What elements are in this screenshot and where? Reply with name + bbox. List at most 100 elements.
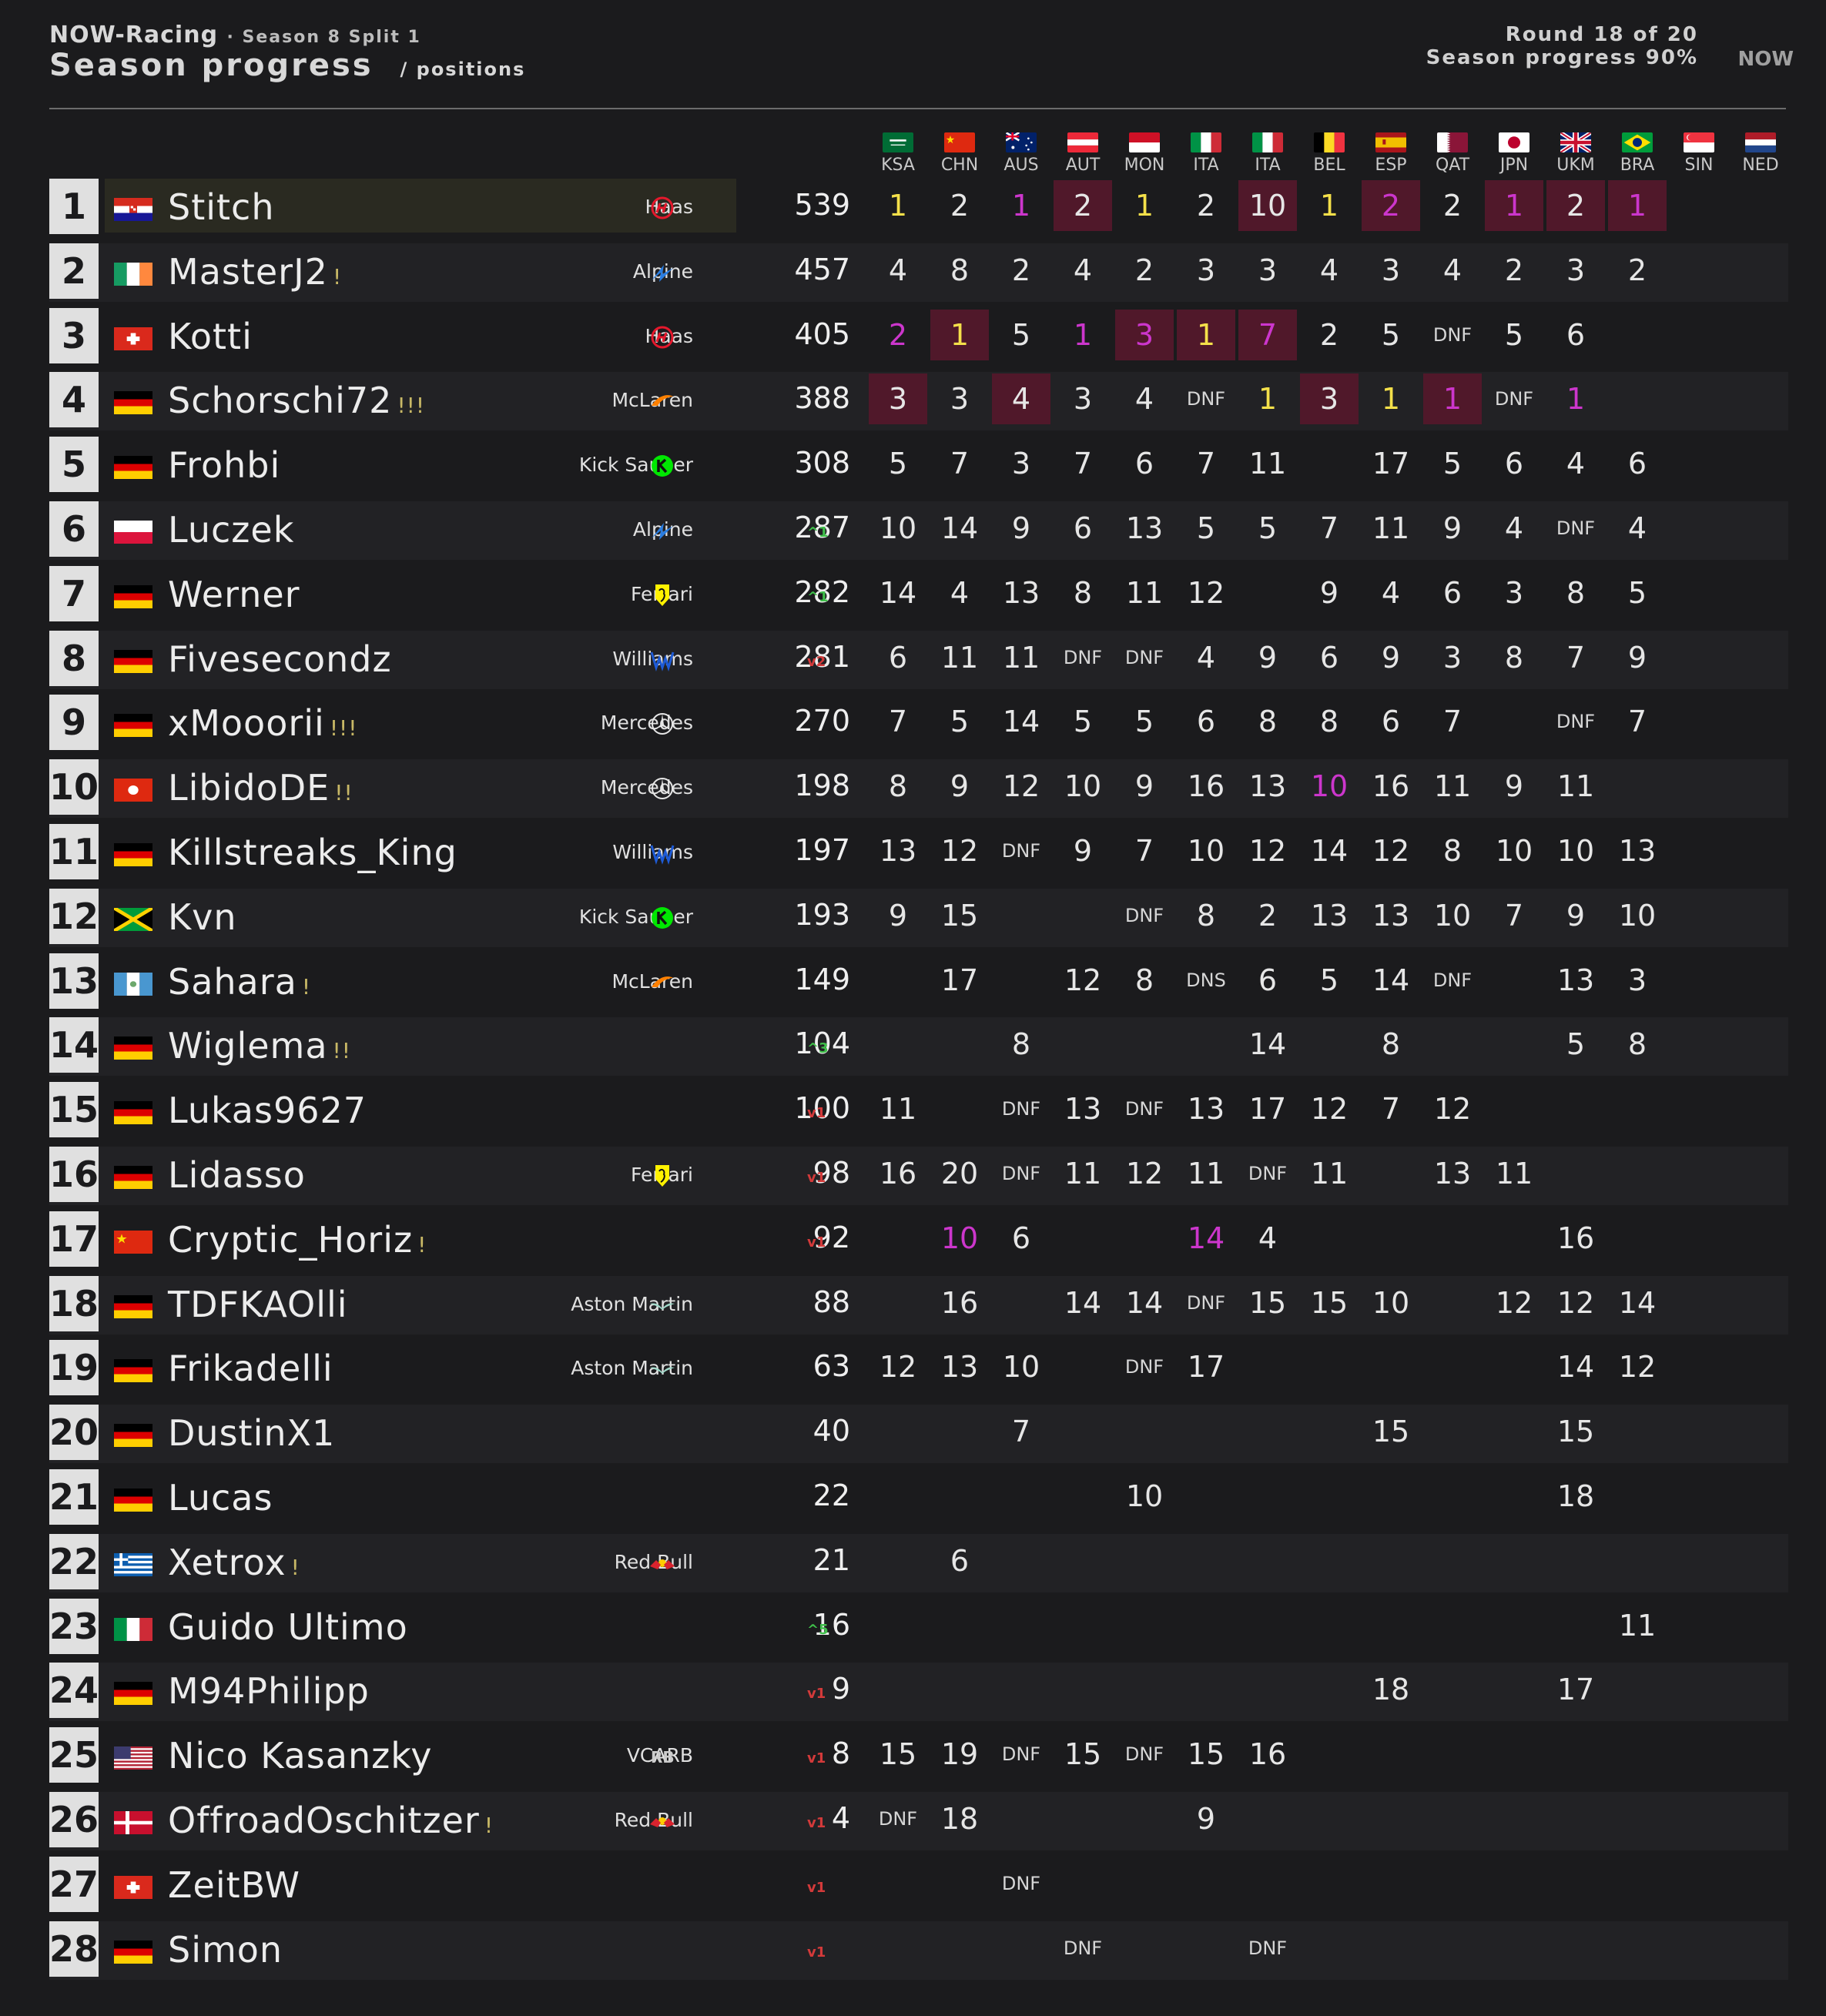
driver-row: 2 MasterJ2! Alpine 457 4 8 2 4 2 3 3 4 3 4 2 3 2: [49, 243, 1788, 302]
race-flag-icon: [1437, 132, 1468, 152]
race-result-ita: 13: [1248, 769, 1287, 804]
driver-name: Fivesecondz: [168, 638, 397, 680]
race-result-ita: 12: [1187, 575, 1225, 610]
driver-name-text: DustinX1: [168, 1412, 336, 1455]
driver-flag-icon: [114, 456, 152, 480]
race-flag-icon: [1129, 132, 1160, 152]
ferrari-icon: [648, 581, 676, 609]
driver-name-text: Frohbi: [168, 444, 281, 487]
position-badge: 15: [49, 1082, 99, 1138]
race-result-aut: 8: [1073, 575, 1093, 610]
race-result-ukm: 18: [1556, 1479, 1595, 1513]
trophy-icons: !!: [334, 780, 353, 806]
driver-name: xMooorii!!!: [168, 702, 358, 744]
race-result-ita: 2: [1196, 189, 1216, 223]
position-change: v1: [807, 1170, 826, 1186]
race-result-jpn: 1: [1485, 180, 1543, 231]
position-badge: 18: [49, 1275, 99, 1331]
race-result-aus: 13: [1002, 575, 1040, 610]
race-result-aus: DNF: [1001, 1872, 1041, 1894]
race-result-ita: 10: [1238, 180, 1297, 231]
race-result-mon: 9: [1134, 769, 1154, 804]
race-result-ukm: 6: [1566, 317, 1586, 352]
position-badge: 17: [49, 1211, 99, 1267]
header-brand-line: NOW-Racing · Season 8 Split 1: [49, 22, 421, 49]
race-result-qat: 1: [1423, 373, 1482, 425]
race-result-ukm: DNF: [1556, 517, 1596, 539]
points-total: 63: [812, 1349, 850, 1384]
race-result-aus: DNF: [1001, 1098, 1041, 1120]
vcarb-icon: RB: [648, 1743, 676, 1770]
race-flag-icon: [1745, 132, 1776, 152]
position-change: v1: [807, 1234, 826, 1251]
race-result-ukm: 14: [1556, 1350, 1595, 1385]
race-result-aut: 3: [1073, 382, 1093, 417]
race-result-ksa: 6: [888, 640, 908, 675]
haas-icon: [648, 323, 676, 351]
points-total: 405: [794, 316, 850, 351]
trophy-icons: !: [301, 973, 312, 1000]
race-result-chn: 7: [950, 447, 970, 481]
race-code: AUS: [1003, 156, 1039, 175]
race-result-chn: 4: [950, 575, 970, 610]
race-result-mon: 4: [1134, 382, 1154, 417]
race-result-ukm: 12: [1556, 1285, 1595, 1320]
driver-row: 3 Kotti Haas 405 2 1 5 1 3 1 7 2 5 DNF 5 6: [49, 307, 1788, 367]
race-result-chn: 9: [950, 769, 970, 804]
race-result-aut: 11: [1064, 1157, 1102, 1191]
driver-name-text: Nico Kasanzky: [168, 1735, 433, 1777]
position-change: v1: [807, 1686, 826, 1703]
race-result-esp: 9: [1381, 640, 1401, 675]
race-result-qat: 2: [1442, 189, 1462, 223]
title-text: Season progress: [49, 48, 374, 83]
race-result-mon: DNF: [1124, 1743, 1164, 1766]
points-total: 104: [794, 1026, 850, 1061]
driver-name: Schorschi72!!!: [168, 380, 425, 421]
race-result-esp: 2: [1362, 180, 1420, 231]
race-header-ukm: UKM: [1553, 132, 1599, 175]
season-progress-label: Season progress 90%: [1426, 46, 1698, 69]
driver-flag-icon: [114, 714, 152, 738]
race-result-bel: 6: [1319, 640, 1339, 675]
race-result-ita: 1: [1177, 309, 1235, 360]
driver-name: DustinX1: [168, 1412, 340, 1454]
race-result-ksa: 11: [879, 1092, 917, 1127]
race-result-jpn: 12: [1495, 1285, 1533, 1320]
position-badge: 22: [49, 1533, 99, 1589]
driver-name-text: M94Philipp: [168, 1670, 370, 1713]
position-badge: 28: [49, 1921, 99, 1977]
race-header-jpn: JPN: [1491, 132, 1537, 175]
race-result-ita: 17: [1187, 1350, 1225, 1385]
race-result-aut: 2: [1054, 180, 1112, 231]
race-result-ksa: 1: [888, 189, 908, 223]
position-badge: 1: [49, 179, 99, 234]
points-total: 287: [794, 511, 850, 544]
race-result-esp: 6: [1381, 705, 1401, 739]
driver-name: Luczek: [168, 509, 299, 551]
race-result-bel: 10: [1310, 769, 1349, 804]
race-result-mon: 12: [1125, 1157, 1164, 1191]
race-result-ita: 10: [1187, 834, 1225, 868]
driver-flag-icon: [114, 1875, 152, 1899]
race-result-bel: 4: [1319, 253, 1339, 287]
race-result-mon: 7: [1134, 834, 1154, 868]
race-result-mon: DNF: [1124, 646, 1164, 668]
driver-row: 28 Simon v1 DNF DNF: [49, 1921, 1788, 1980]
driver-flag-icon: [114, 1940, 152, 1964]
race-result-ksa: 8: [888, 769, 908, 804]
race-result-ita: 16: [1187, 769, 1225, 804]
race-result-ita: 9: [1196, 1802, 1216, 1836]
points-total: 539: [794, 188, 850, 222]
race-result-ksa: 10: [879, 511, 917, 545]
race-result-chn: 14: [940, 511, 979, 545]
race-result-bra: 4: [1627, 511, 1647, 545]
race-result-aut: 7: [1073, 447, 1093, 481]
race-result-ukm: 9: [1566, 898, 1586, 933]
race-result-jpn: 5: [1504, 317, 1524, 352]
race-result-ksa: 5: [888, 447, 908, 481]
race-result-bra: 6: [1627, 447, 1647, 481]
driver-name: Lukas9627: [168, 1090, 371, 1131]
race-result-ita: 11: [1248, 447, 1287, 481]
driver-name: M94Philipp: [168, 1670, 374, 1712]
driver-name-text: Luczek: [168, 509, 295, 551]
